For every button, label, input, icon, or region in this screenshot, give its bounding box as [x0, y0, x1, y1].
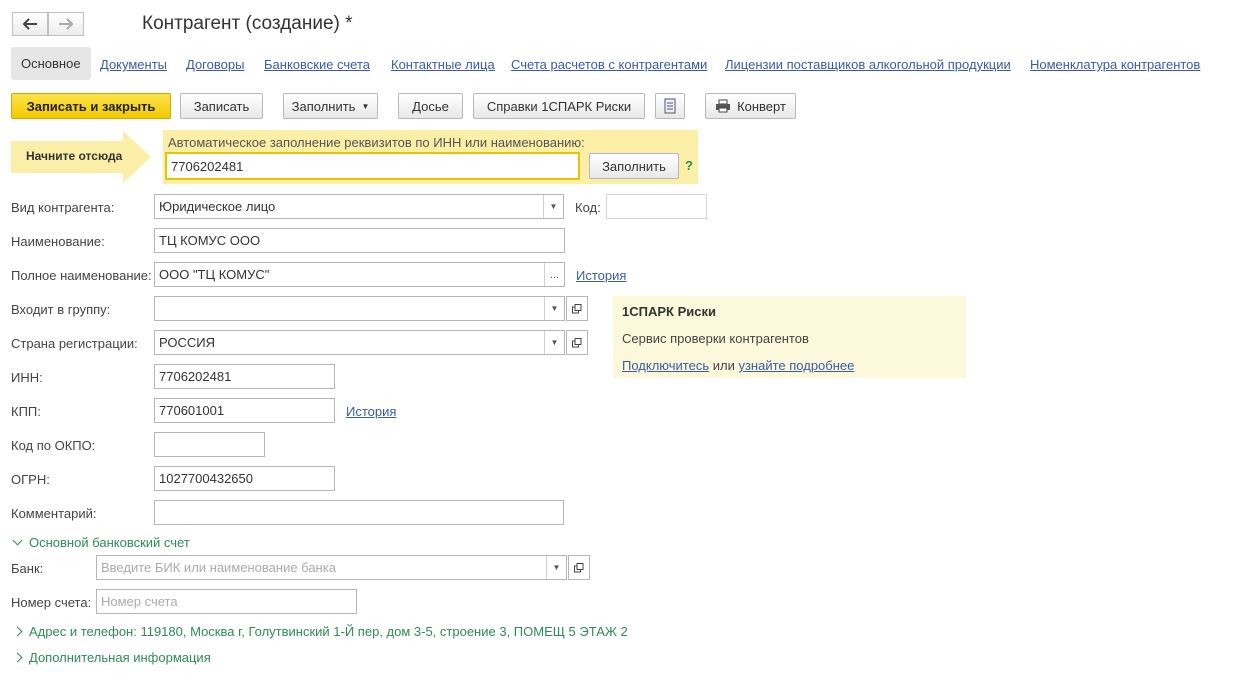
chevron-down-icon: [12, 535, 23, 546]
fullname-label: Полное наименование:: [11, 268, 152, 283]
fullname-history-link[interactable]: История: [576, 268, 626, 283]
spark-desc: Сервис проверки контрагентов: [622, 331, 809, 346]
tab-contracts[interactable]: Договоры: [186, 57, 244, 72]
bank-section-label: Основной банковский счет: [29, 535, 190, 550]
account-placeholder: Номер счета: [101, 594, 178, 609]
fullname-field[interactable]: ООО "ТЦ КОМУС" ...: [154, 262, 565, 287]
autofill-fill-button[interactable]: Заполнить: [589, 153, 679, 179]
envelope-label: Конверт: [737, 98, 786, 114]
chevron-down-icon[interactable]: ▼: [544, 297, 564, 320]
more-button[interactable]: ...: [544, 263, 564, 286]
inn-label: ИНН:: [11, 370, 43, 385]
ogrn-field[interactable]: 1027700432650: [154, 466, 335, 491]
chevron-right-icon: [12, 626, 23, 637]
kpp-value: 770601001: [159, 403, 225, 418]
kpp-label: КПП:: [11, 404, 41, 419]
code-label: Код:: [575, 200, 601, 215]
spark-more-link[interactable]: узнайте подробнее: [738, 358, 854, 373]
group-label: Входит в группу:: [11, 302, 111, 317]
country-label: Страна регистрации:: [11, 336, 138, 351]
bank-placeholder: Введите БИК или наименование банка: [101, 560, 336, 575]
ogrn-value: 1027700432650: [159, 471, 253, 486]
ogrn-label: ОГРН:: [11, 472, 50, 487]
tab-bank-accounts[interactable]: Банковские счета: [264, 57, 370, 72]
tab-documents[interactable]: Документы: [100, 57, 167, 72]
report-button[interactable]: [655, 93, 685, 119]
country-value: РОССИЯ: [159, 335, 216, 350]
chevron-down-icon[interactable]: ▼: [544, 331, 564, 354]
inn-field[interactable]: 7706202481: [154, 364, 335, 389]
arrow-right-icon: [59, 18, 74, 30]
chevron-right-icon: [12, 652, 23, 663]
type-label: Вид контрагента:: [11, 200, 115, 215]
dossier-button[interactable]: Досье: [398, 93, 463, 119]
spark-reports-button[interactable]: Справки 1СПАРК Риски: [473, 93, 645, 119]
open-window-icon: [574, 562, 584, 572]
autofill-input-value: 7706202481: [171, 158, 244, 174]
chevron-down-icon[interactable]: ▼: [543, 195, 563, 218]
spark-or-text: или: [712, 358, 735, 373]
country-select[interactable]: РОССИЯ ▼: [154, 330, 565, 355]
type-select[interactable]: Юридическое лицо ▼: [154, 194, 564, 219]
extra-section-label: Дополнительная информация: [29, 650, 211, 665]
tab-contacts[interactable]: Контактные лица: [391, 57, 495, 72]
code-field[interactable]: [606, 194, 707, 219]
bank-label: Банк:: [11, 561, 44, 576]
address-section-label: Адрес и телефон: 119180, Москва г, Голут…: [29, 624, 628, 639]
account-field[interactable]: Номер счета: [96, 589, 357, 614]
name-label: Наименование:: [11, 234, 105, 249]
group-select[interactable]: ▼: [154, 296, 565, 321]
open-window-icon: [572, 303, 582, 313]
extra-section-toggle[interactable]: Дополнительная информация: [12, 650, 211, 665]
autofill-input[interactable]: 7706202481: [165, 152, 580, 180]
tab-settlement-accounts[interactable]: Счета расчетов с контрагентами: [511, 57, 707, 72]
spark-title: 1СПАРК Риски: [622, 304, 716, 319]
bank-section-toggle[interactable]: Основной банковский счет: [12, 535, 190, 550]
start-here-label: Начните отсюда: [26, 149, 123, 163]
kpp-field[interactable]: 770601001: [154, 398, 335, 423]
start-here-arrow: Начните отсюда: [11, 131, 151, 183]
autofill-caption: Автоматическое заполнение реквизитов по …: [168, 135, 585, 150]
name-value: ТЦ КОМУС ООО: [159, 233, 261, 248]
envelope-button[interactable]: Конверт: [705, 93, 796, 119]
caret-down-icon: ▼: [361, 101, 370, 111]
bank-open-button[interactable]: [568, 555, 590, 580]
fullname-value: ООО "ТЦ КОМУС": [159, 267, 270, 282]
comment-label: Комментарий:: [11, 506, 97, 521]
page-title: Контрагент (создание) *: [142, 13, 353, 34]
type-select-value: Юридическое лицо: [159, 199, 276, 214]
spark-links: Подключитесь или узнайте подробнее: [622, 358, 854, 373]
back-button[interactable]: [12, 12, 48, 36]
kpp-history-link[interactable]: История: [346, 404, 396, 419]
okpo-label: Код по ОКПО:: [11, 438, 96, 453]
spark-connect-link[interactable]: Подключитесь: [622, 358, 709, 373]
account-label: Номер счета:: [11, 595, 92, 610]
open-window-icon: [572, 337, 582, 347]
tab-nomenclature[interactable]: Номенклатура контрагентов: [1030, 57, 1200, 72]
forward-button[interactable]: [48, 12, 84, 36]
arrow-left-icon: [22, 18, 37, 30]
name-field[interactable]: ТЦ КОМУС ООО: [154, 228, 565, 253]
report-icon: [664, 98, 676, 114]
printer-icon: [716, 99, 731, 113]
okpo-field[interactable]: [154, 432, 265, 457]
group-open-button[interactable]: [566, 296, 588, 321]
bank-select[interactable]: Введите БИК или наименование банка ▼: [96, 555, 567, 580]
tab-alcohol-licenses[interactable]: Лицензии поставщиков алкогольной продукц…: [725, 57, 1011, 72]
address-section-toggle[interactable]: Адрес и телефон: 119180, Москва г, Голут…: [12, 624, 628, 639]
country-open-button[interactable]: [566, 330, 588, 355]
fill-dropdown-label: Заполнить: [291, 98, 356, 114]
help-icon[interactable]: ?: [685, 158, 693, 173]
save-button[interactable]: Записать: [180, 93, 263, 119]
inn-value: 7706202481: [159, 369, 232, 384]
save-and-close-button[interactable]: Записать и закрыть: [11, 93, 171, 119]
chevron-down-icon[interactable]: ▼: [546, 556, 566, 579]
tab-main[interactable]: Основное: [11, 47, 91, 80]
comment-field[interactable]: [154, 500, 564, 525]
fill-dropdown-button[interactable]: Заполнить ▼: [283, 93, 378, 119]
